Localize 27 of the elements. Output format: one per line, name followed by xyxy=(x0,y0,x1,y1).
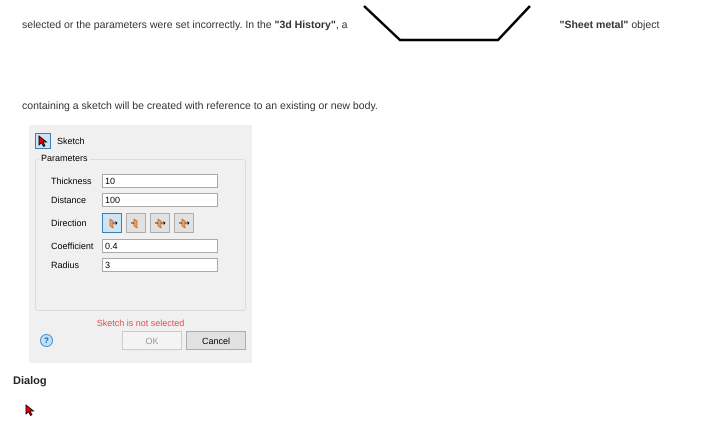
caption-text: Dialog xyxy=(13,375,48,387)
input-field[interactable]: 100 xyxy=(102,193,218,207)
sketch-select-button[interactable] xyxy=(35,133,51,149)
cancel-button[interactable]: Cancel xyxy=(186,331,246,350)
paragraph-text: "Sheet metal" object xyxy=(560,19,660,31)
direction-icon xyxy=(178,217,190,229)
field-label: Thickness xyxy=(51,176,93,186)
paragraph-text: selected or the parameters were set incorrectly. In the "3d History", a xyxy=(22,19,348,31)
direction-button[interactable] xyxy=(150,213,170,233)
field-label: Coefficient xyxy=(51,241,94,251)
input-field[interactable]: 0.4 xyxy=(102,239,218,253)
direction-button[interactable] xyxy=(174,213,194,233)
sketch-label: Sketch xyxy=(57,136,85,146)
input-field[interactable]: 3 xyxy=(102,258,218,272)
group-title: Parameters xyxy=(39,153,90,163)
field-label: Direction xyxy=(51,218,88,228)
direction-button[interactable] xyxy=(126,213,146,233)
direction-button[interactable] xyxy=(102,213,122,233)
cursor-icon xyxy=(38,135,48,147)
error-message: Sketch is not selected xyxy=(96,318,186,328)
direction-icon xyxy=(154,217,166,229)
field-label: Distance xyxy=(51,195,88,205)
paragraph-text: containing a sketch will be created with reference to an existing or new body. xyxy=(21,99,379,112)
input-field[interactable]: 10 xyxy=(102,174,218,188)
field-label: Radius xyxy=(51,260,80,270)
cursor-icon xyxy=(25,404,35,416)
help-button[interactable]: ? xyxy=(40,334,53,347)
